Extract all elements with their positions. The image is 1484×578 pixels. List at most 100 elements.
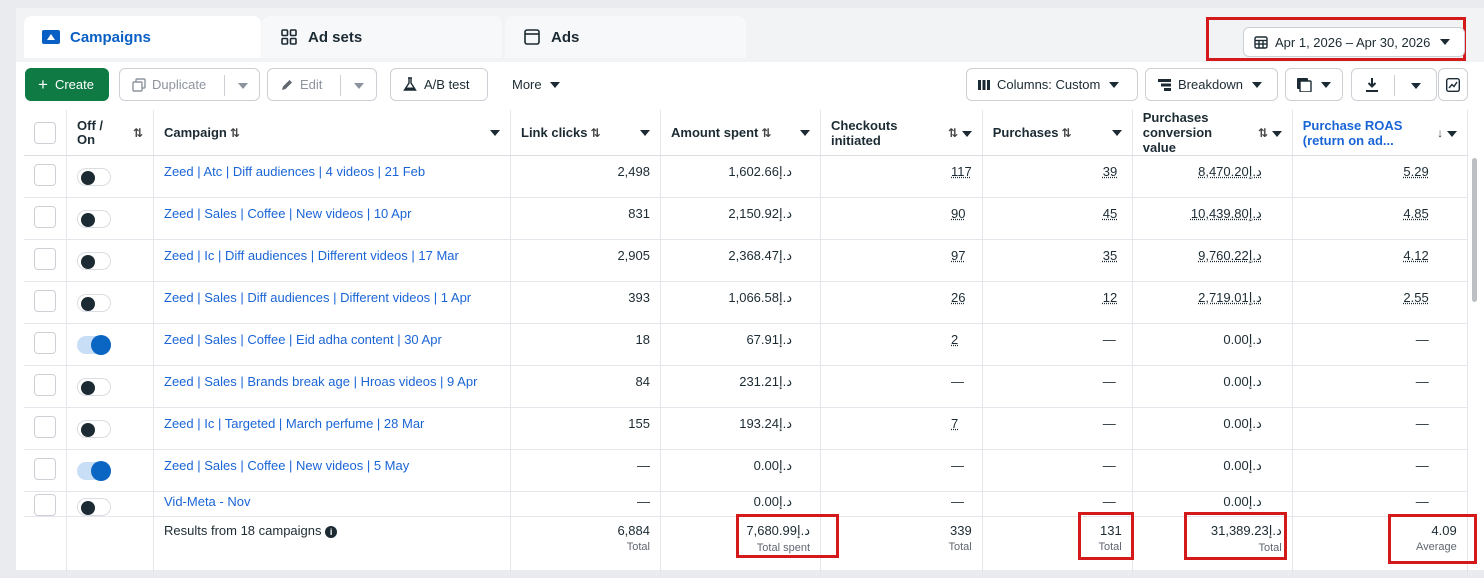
cell-value[interactable]: د.إ2,719.01 [1198,290,1262,305]
campaign-link[interactable]: Vid-Meta - Nov [164,494,250,509]
campaign-toggle[interactable] [77,335,111,355]
tab-campaigns[interactable]: Campaigns [24,16,261,58]
chevron-down-icon[interactable] [1111,129,1122,136]
sort-desc-icon[interactable]: ↓ [1437,126,1443,140]
reports-button[interactable] [1285,68,1343,101]
table-row[interactable]: Zeed | Sales | Coffee | New videos | 10 … [24,197,1468,240]
cell-value[interactable]: 90 [951,206,965,221]
campaign-folder-icon [42,29,60,45]
cell-value[interactable]: 7 [951,416,958,431]
chevron-down-icon[interactable] [640,129,650,136]
create-button[interactable]: + Create [25,68,109,101]
date-range-picker[interactable]: Apr 1, 2026 – Apr 30, 2026 [1243,27,1465,57]
table-scrollbar[interactable] [1472,158,1477,302]
chevron-down-icon[interactable] [490,129,500,136]
campaign-link[interactable]: Zeed | Sales | Coffee | New videos | 5 M… [164,458,409,473]
cell-value[interactable]: 26 [951,290,965,305]
campaign-link[interactable]: Zeed | Sales | Diff audiences | Differen… [164,290,471,305]
sort-icon[interactable]: ⇅ [948,126,958,140]
sort-icon[interactable]: ⇅ [230,126,240,140]
plus-icon: + [38,75,48,94]
chevron-down-icon[interactable] [1271,131,1282,137]
tab-ads[interactable]: Ads [505,16,746,58]
col-purchases[interactable]: Purchases ⇅ [982,110,1133,156]
cell-value[interactable]: 97 [951,248,965,263]
cell-value[interactable]: 12 [1103,290,1117,305]
cell-value[interactable]: 117 [951,164,972,179]
chevron-down-icon[interactable] [800,129,810,136]
campaign-link[interactable]: Zeed | Atc | Diff audiences | 4 videos |… [164,164,425,179]
sort-icon[interactable]: ⇅ [761,126,771,140]
campaign-toggle[interactable] [77,168,111,186]
table-row[interactable]: Zeed | Ic | Diff audiences | Different v… [24,239,1468,282]
cell-value[interactable]: 5.29 [1403,164,1428,179]
row-checkbox[interactable] [34,416,56,438]
row-checkbox[interactable] [34,164,56,186]
campaign-toggle[interactable] [77,498,111,516]
sort-icon[interactable]: ⇅ [133,126,143,140]
export-button[interactable] [1351,68,1437,101]
campaign-link[interactable]: Zeed | Sales | Brands break age | Hroas … [164,374,477,389]
row-select-cell [24,449,67,492]
row-checkbox[interactable] [34,332,56,354]
sort-icon[interactable]: ⇅ [1062,126,1072,140]
campaign-link[interactable]: Zeed | Ic | Targeted | March perfume | 2… [164,416,424,431]
cell-value[interactable]: 39 [1103,164,1117,179]
col-onoff[interactable]: Off / On ⇅ [66,110,154,156]
duplicate-button[interactable]: Duplicate [119,68,260,101]
cell-value[interactable]: 4.85 [1403,206,1428,221]
tab-ad-sets[interactable]: Ad sets [262,16,502,58]
cell-value[interactable]: د.إ10,439.80 [1191,206,1262,221]
table-row[interactable]: Zeed | Sales | Diff audiences | Differen… [24,281,1468,324]
more-button[interactable]: More [501,68,573,101]
cell-value[interactable]: 35 [1103,248,1117,263]
edit-button[interactable]: Edit [267,68,377,101]
row-checkbox[interactable] [34,206,56,228]
row-checkbox[interactable] [34,248,56,270]
cell-value[interactable]: د.إ8,470.20 [1198,164,1262,179]
table-row[interactable]: Zeed | Sales | Brands break age | Hroas … [24,365,1468,408]
sort-icon[interactable]: ⇅ [1258,126,1268,140]
chevron-down-icon[interactable] [1446,131,1457,137]
select-all-checkbox[interactable] [34,121,56,144]
row-checkbox[interactable] [34,290,56,312]
ab-test-button[interactable]: A/B test [390,68,488,101]
campaign-toggle[interactable] [77,210,111,228]
table-row[interactable]: Zeed | Ic | Targeted | March perfume | 2… [24,407,1468,450]
campaign-link[interactable]: Zeed | Ic | Diff audiences | Different v… [164,248,459,263]
campaign-link[interactable]: Zeed | Sales | Coffee | Eid adha content… [164,332,442,347]
cell-value[interactable]: 2.55 [1403,290,1428,305]
cell-value[interactable]: 2 [951,332,958,347]
col-amount-spent[interactable]: Amount spent ⇅ [660,110,821,156]
cell-value[interactable]: د.إ9,760.22 [1198,248,1262,263]
col-roas[interactable]: Purchase ROAS (return on ad... ↓ [1292,110,1468,156]
row-checkbox[interactable] [34,458,56,480]
chevron-down-icon[interactable] [961,131,972,137]
table-row[interactable]: Zeed | Sales | Coffee | Eid adha content… [24,323,1468,366]
campaign-toggle[interactable] [77,461,111,481]
campaign-toggle[interactable] [77,420,111,438]
info-icon[interactable]: i [325,526,338,538]
table-row[interactable]: Zeed | Atc | Diff audiences | 4 videos |… [24,155,1468,198]
campaign-toggle[interactable] [77,378,111,396]
cell-value[interactable]: 4.12 [1403,248,1428,263]
row-checkbox[interactable] [34,374,56,396]
table-row[interactable]: Zeed | Sales | Coffee | New videos | 5 M… [24,449,1468,492]
charts-button[interactable] [1438,68,1468,101]
cell-value[interactable]: 45 [1103,206,1117,221]
col-purchases-value[interactable]: Purchases conversion value ⇅ [1132,110,1293,156]
toggle-knob [81,501,95,515]
row-checkbox[interactable] [34,494,56,516]
campaign-link[interactable]: Zeed | Sales | Coffee | New videos | 10 … [164,206,411,221]
purchases-value-cell: د.إ9,760.22 [1132,239,1293,282]
campaign-toggle[interactable] [77,252,111,270]
purchases-value-cell: د.إ2,719.01 [1132,281,1293,324]
sort-icon[interactable]: ⇅ [590,126,600,140]
columns-button[interactable]: Columns: Custom [966,68,1138,101]
col-campaign[interactable]: Campaign ⇅ [153,110,511,156]
col-checkouts[interactable]: Checkouts initiated ⇅ [820,110,983,156]
breakdown-button[interactable]: Breakdown [1145,68,1278,101]
roas-cell: 2.55 [1292,281,1468,324]
col-link-clicks[interactable]: Link clicks ⇅ [510,110,661,156]
campaign-toggle[interactable] [77,294,111,312]
